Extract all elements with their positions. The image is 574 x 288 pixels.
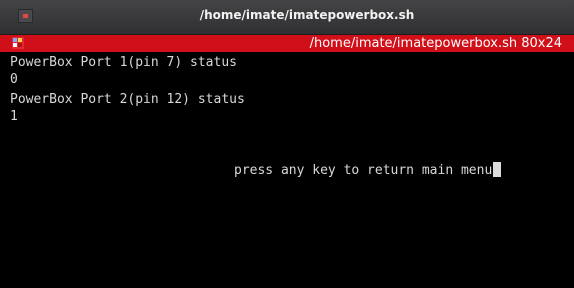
tab-title[interactable]: /home/imate/imatepowerbox.sh 80x24 — [310, 35, 562, 52]
terminal-window: /home/imate/imatepowerbox.sh /home/imate… — [0, 0, 574, 288]
terminal-tab-icon[interactable] — [12, 37, 24, 49]
output-line: PowerBox Port 1(pin 7) status — [10, 55, 237, 70]
output-line: 1 — [10, 109, 18, 124]
block-cursor — [493, 162, 502, 177]
prompt-line: press any key to return main menu — [234, 162, 502, 179]
terminal-output[interactable]: PowerBox Port 1(pin 7) status 0 PowerBox… — [0, 52, 574, 288]
output-line: PowerBox Port 2(pin 12) status — [10, 92, 245, 107]
tab-bar: /home/imate/imatepowerbox.sh 80x24 — [0, 35, 574, 52]
prompt-text: press any key to return main menu — [234, 163, 493, 178]
output-line: 0 — [10, 72, 18, 87]
title-bar[interactable]: /home/imate/imatepowerbox.sh — [0, 0, 574, 35]
window-title: /home/imate/imatepowerbox.sh — [199, 8, 415, 22]
